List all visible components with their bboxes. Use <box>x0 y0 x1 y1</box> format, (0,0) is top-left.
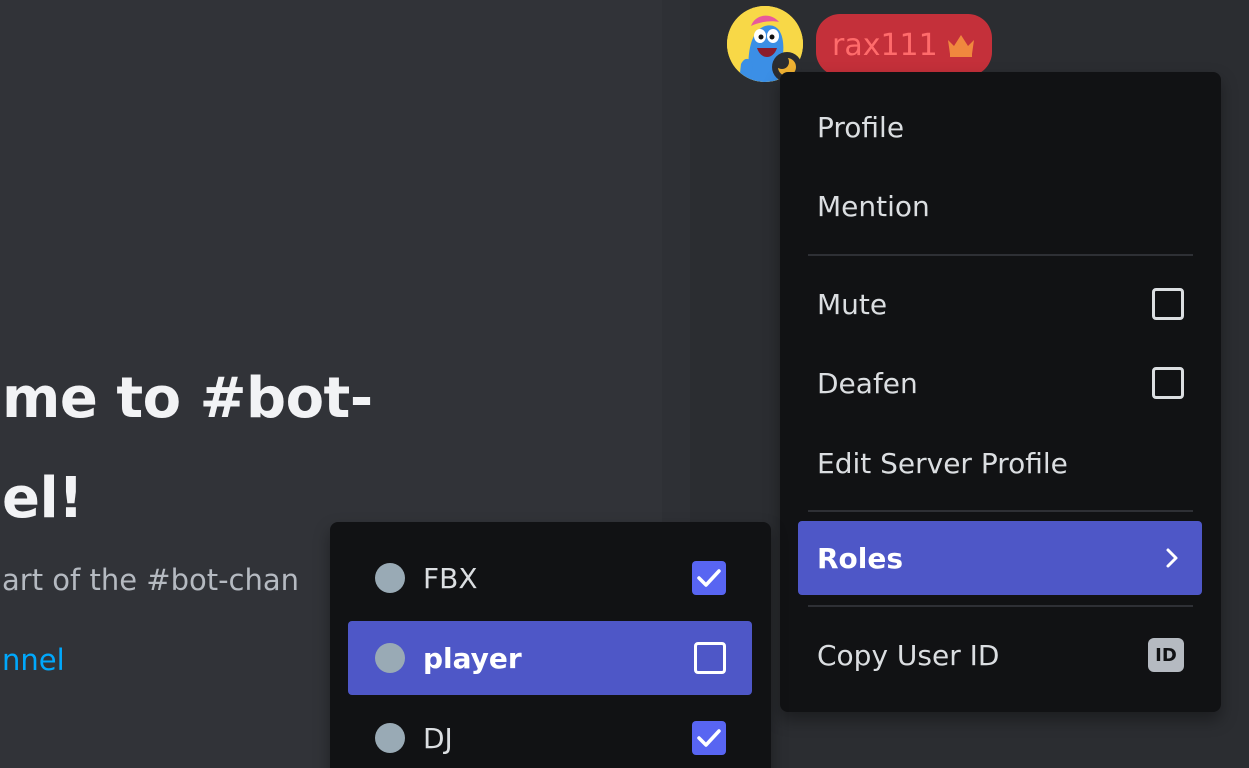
menu-item-label: Deafen <box>817 366 918 400</box>
member-username-pill[interactable]: rax111 <box>816 14 992 76</box>
menu-separator <box>808 510 1193 512</box>
roles-submenu: FBX player DJ <box>330 522 771 768</box>
checkmark-icon <box>697 729 721 747</box>
menu-item-label: Roles <box>817 541 904 575</box>
role-name: FBX <box>423 561 478 595</box>
menu-separator <box>808 605 1193 607</box>
menu-separator <box>808 254 1193 256</box>
role-checkbox-unchecked[interactable] <box>694 642 726 674</box>
member-username: rax111 <box>832 27 938 63</box>
role-item-dj[interactable]: DJ <box>348 701 752 768</box>
menu-item-label: Mute <box>817 287 888 321</box>
menu-item-roles[interactable]: Roles <box>798 521 1202 595</box>
menu-item-label: Edit Server Profile <box>817 446 1068 480</box>
welcome-heading-line-1: me to #bot- <box>2 366 373 431</box>
menu-item-mute[interactable]: Mute <box>798 267 1203 341</box>
role-color-dot <box>375 563 405 593</box>
role-checkbox-checked[interactable] <box>692 561 726 595</box>
role-color-dot <box>375 723 405 753</box>
role-color-dot <box>375 643 405 673</box>
role-item-player[interactable]: player <box>348 621 752 695</box>
menu-item-deafen[interactable]: Deafen <box>798 346 1203 420</box>
menu-item-label: Profile <box>817 110 905 144</box>
menu-item-copy-user-id[interactable]: Copy User ID ID <box>798 618 1203 692</box>
menu-item-edit-server-profile[interactable]: Edit Server Profile <box>798 426 1203 500</box>
role-checkbox-checked[interactable] <box>692 721 726 755</box>
checkmark-icon <box>697 569 721 587</box>
menu-item-label: Mention <box>817 189 930 223</box>
id-icon: ID <box>1148 638 1184 672</box>
mute-checkbox[interactable] <box>1152 288 1184 320</box>
menu-item-mention[interactable]: Mention <box>798 169 1203 243</box>
chevron-right-icon <box>1166 548 1178 568</box>
deafen-checkbox[interactable] <box>1152 367 1184 399</box>
role-name: DJ <box>423 721 453 755</box>
menu-item-label: Copy User ID <box>817 638 1000 672</box>
role-name: player <box>423 641 522 675</box>
role-item-fbx[interactable]: FBX <box>348 541 752 615</box>
crown-icon <box>947 35 974 57</box>
welcome-subtitle: art of the #bot-chan <box>2 563 300 597</box>
menu-item-profile[interactable]: Profile <box>798 90 1203 164</box>
user-context-menu: Profile Mention Mute Deafen Edit Server … <box>780 72 1221 712</box>
edit-channel-link[interactable]: nnel <box>2 643 65 677</box>
welcome-heading-line-2: el! <box>2 466 84 531</box>
